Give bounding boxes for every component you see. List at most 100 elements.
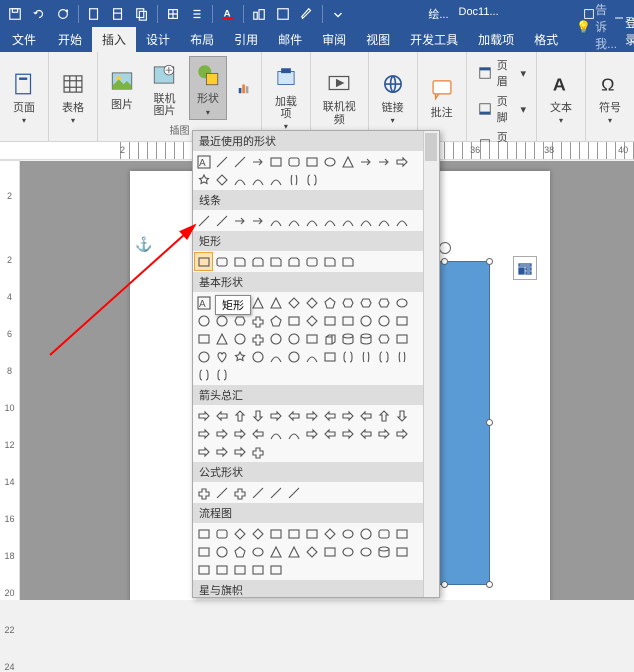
shape-circle[interactable] (195, 348, 212, 365)
shape-brace[interactable] (339, 348, 356, 365)
shape-rect[interactable] (195, 330, 212, 347)
table-icon[interactable] (272, 3, 294, 25)
shape-rarrow[interactable] (339, 425, 356, 442)
shape-paren[interactable] (393, 348, 410, 365)
shape-rect[interactable] (393, 312, 410, 329)
shape-circle[interactable] (375, 312, 392, 329)
redo-icon[interactable] (52, 3, 74, 25)
shape-curve[interactable] (285, 212, 302, 229)
shape-circle[interactable] (213, 543, 230, 560)
tab-view[interactable]: 视图 (356, 27, 400, 52)
shape-line[interactable] (231, 153, 248, 170)
shape-larrow[interactable] (213, 407, 230, 424)
pictures-button[interactable]: 图片 (104, 63, 140, 113)
login-link[interactable]: 登录 (617, 10, 634, 52)
shape-curve[interactable] (267, 348, 284, 365)
font-color-icon[interactable]: A (217, 3, 239, 25)
shape-cube[interactable] (321, 330, 338, 347)
shape-rect[interactable] (321, 312, 338, 329)
shape-oval[interactable] (339, 543, 356, 560)
shape-roundrect[interactable] (213, 253, 230, 270)
shape-snip1[interactable] (267, 253, 284, 270)
shape-plus[interactable] (195, 484, 212, 501)
resize-handle-t[interactable] (441, 258, 448, 265)
shape-roundrect[interactable] (285, 153, 302, 170)
shape-darrow[interactable] (393, 407, 410, 424)
shape-rect[interactable] (393, 543, 410, 560)
shape-larrow[interactable] (357, 425, 374, 442)
shape-line[interactable] (195, 212, 212, 229)
shape-curve[interactable] (303, 348, 320, 365)
save-icon[interactable] (4, 3, 26, 25)
shape-curve[interactable] (339, 212, 356, 229)
shape-brace[interactable] (195, 366, 212, 383)
layout-options-button[interactable] (513, 256, 537, 280)
shape-rect[interactable] (267, 561, 284, 578)
shape-roundrect[interactable] (303, 253, 320, 270)
shape-plus[interactable] (231, 484, 248, 501)
shape-curve[interactable] (267, 425, 284, 442)
shape-curve[interactable] (267, 212, 284, 229)
shape-roundrect[interactable] (213, 525, 230, 542)
shape-rect[interactable] (195, 543, 212, 560)
shape-cyl[interactable] (357, 330, 374, 347)
shape-roundrect[interactable] (375, 525, 392, 542)
shape-rarrow[interactable] (195, 425, 212, 442)
shape-circle[interactable] (231, 330, 248, 347)
shape-rect[interactable] (231, 561, 248, 578)
shape-diamond[interactable] (213, 171, 230, 188)
shape-circle[interactable] (357, 525, 374, 542)
copy-icon[interactable] (131, 3, 153, 25)
shape-line[interactable] (213, 212, 230, 229)
shape-rect[interactable] (267, 525, 284, 542)
shape-curve[interactable] (285, 425, 302, 442)
shape-tri[interactable] (267, 543, 284, 560)
shape-snip1[interactable] (321, 253, 338, 270)
shape-oval[interactable] (321, 153, 338, 170)
shape-rect[interactable] (393, 330, 410, 347)
shape-curve[interactable] (321, 212, 338, 229)
shape-circle[interactable] (285, 348, 302, 365)
shape-brace[interactable] (213, 366, 230, 383)
shape-rarrow[interactable] (231, 425, 248, 442)
shape-text[interactable]: A (195, 153, 212, 170)
shape-circle[interactable] (357, 312, 374, 329)
shape-star[interactable] (231, 348, 248, 365)
shape-curve[interactable] (267, 171, 284, 188)
shape-diamond[interactable] (231, 525, 248, 542)
shape-pent[interactable] (267, 312, 284, 329)
shape-rect[interactable] (267, 153, 284, 170)
comments-button[interactable]: 批注 (424, 71, 460, 121)
footer-button[interactable]: 页脚 ▾ (473, 92, 530, 126)
shape-plus[interactable] (249, 330, 266, 347)
shape-tri[interactable] (267, 294, 284, 311)
more-icon[interactable] (327, 3, 349, 25)
shape-curve[interactable] (357, 212, 374, 229)
tab-layout[interactable]: 布局 (180, 27, 224, 52)
shape-line[interactable] (285, 484, 302, 501)
shape-arrow[interactable] (249, 212, 266, 229)
shape-rarrow[interactable] (213, 443, 230, 460)
shape-uarrow[interactable] (231, 407, 248, 424)
shape-arrow[interactable] (357, 153, 374, 170)
header-button[interactable]: 页眉 ▾ (473, 56, 530, 90)
shape-rect[interactable] (195, 525, 212, 542)
shape-larrow[interactable] (357, 407, 374, 424)
shape-brace[interactable] (375, 348, 392, 365)
tell-me-search[interactable]: 💡告诉我... (576, 1, 617, 52)
shape-circle[interactable] (249, 348, 266, 365)
shape-arrow[interactable] (249, 153, 266, 170)
shapes-button[interactable]: 形状▾ (189, 56, 227, 119)
shape-tri[interactable] (213, 330, 230, 347)
shape-curve[interactable] (393, 212, 410, 229)
shape-rect[interactable] (249, 561, 266, 578)
tab-home[interactable]: 开始 (48, 27, 92, 52)
tab-review[interactable]: 审阅 (312, 27, 356, 52)
addins-button[interactable]: 加载 项▾ (268, 60, 304, 133)
tab-references[interactable]: 引用 (224, 27, 268, 52)
shape-diamond[interactable] (303, 294, 320, 311)
shape-hex[interactable] (357, 294, 374, 311)
shape-rarrow[interactable] (195, 443, 212, 460)
shape-circle[interactable] (267, 330, 284, 347)
shape-hex[interactable] (375, 294, 392, 311)
